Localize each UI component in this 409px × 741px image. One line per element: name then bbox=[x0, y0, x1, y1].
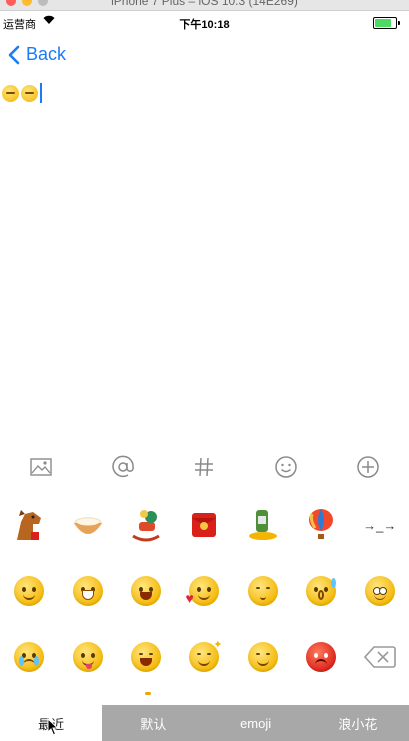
status-time: 下午10:18 bbox=[179, 19, 230, 31]
tongue-emoji[interactable] bbox=[68, 637, 108, 677]
backspace-icon bbox=[363, 646, 396, 668]
tab-langxiaohua[interactable]: 浪小花 bbox=[307, 705, 409, 741]
inserted-emoji bbox=[21, 85, 38, 102]
image-icon[interactable] bbox=[19, 450, 63, 484]
back-label: Back bbox=[26, 44, 67, 64]
text-caret bbox=[40, 83, 42, 103]
happy-emoji[interactable] bbox=[243, 637, 283, 677]
crying-emoji[interactable] bbox=[9, 637, 49, 677]
tab-emoji[interactable]: emoji bbox=[205, 705, 307, 741]
delete-key[interactable] bbox=[360, 637, 400, 677]
confused-emoji[interactable] bbox=[360, 571, 400, 611]
sparkle-emoji[interactable]: ✦ bbox=[184, 637, 224, 677]
battery-icon bbox=[373, 17, 400, 29]
status-bar: 运营商 下午10:18 bbox=[0, 11, 409, 33]
angry-emoji[interactable] bbox=[301, 637, 341, 677]
back-button[interactable]: Back bbox=[8, 44, 66, 65]
battery-level bbox=[375, 19, 391, 27]
emoji-grid: →_→ ♥ ✦ bbox=[0, 492, 409, 690]
bowl-emoji[interactable] bbox=[68, 505, 108, 545]
emoji-category-tabs: 最近 默认 emoji 浪小花 bbox=[0, 705, 409, 741]
add-icon[interactable] bbox=[346, 450, 390, 484]
message-text-area[interactable] bbox=[0, 80, 409, 440]
simulator-title: iPhone 7 Plus – iOS 10.3 (14E269) bbox=[111, 0, 298, 8]
blush-heart-emoji[interactable]: ♥ bbox=[184, 571, 224, 611]
compose-toolbar bbox=[0, 448, 409, 486]
shy-emoji[interactable] bbox=[243, 571, 283, 611]
laugh-emoji[interactable] bbox=[126, 571, 166, 611]
red-envelope-emoji[interactable] bbox=[184, 505, 224, 545]
beer-emoji[interactable] bbox=[243, 505, 283, 545]
emoji-row: ♥ bbox=[0, 558, 409, 624]
chevron-left-icon bbox=[8, 45, 20, 64]
tab-default[interactable]: 默认 bbox=[102, 705, 204, 741]
inserted-emoji bbox=[2, 85, 19, 102]
sweat-emoji[interactable] bbox=[301, 571, 341, 611]
emoji-row: ✦ bbox=[0, 624, 409, 690]
emoji-row: →_→ bbox=[0, 492, 409, 558]
rocking-horse-emoji[interactable] bbox=[126, 505, 166, 545]
smile-emoji[interactable] bbox=[9, 571, 49, 611]
at-sign-icon[interactable] bbox=[101, 450, 145, 484]
distressed-emoji[interactable] bbox=[126, 637, 166, 677]
horse-emoji[interactable] bbox=[9, 505, 49, 545]
simulator-titlebar: iPhone 7 Plus – iOS 10.3 (14E269) bbox=[0, 0, 409, 11]
hashtag-icon[interactable] bbox=[182, 450, 226, 484]
text-emoticon-key[interactable]: →_→ bbox=[360, 505, 400, 545]
hot-air-balloon-emoji[interactable] bbox=[301, 505, 341, 545]
page-indicator bbox=[145, 692, 151, 695]
grin-emoji[interactable] bbox=[68, 571, 108, 611]
smiley-icon[interactable] bbox=[264, 450, 308, 484]
text-emoticon-label: →_→ bbox=[363, 517, 397, 533]
navigation-bar: Back bbox=[0, 36, 409, 72]
